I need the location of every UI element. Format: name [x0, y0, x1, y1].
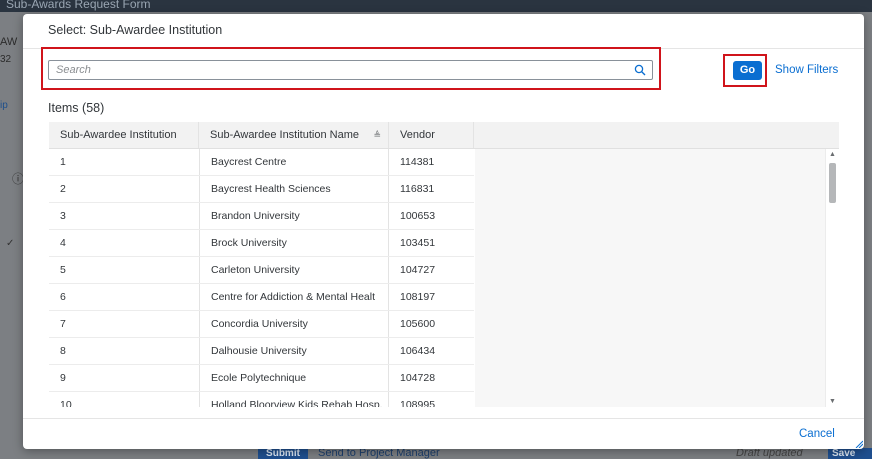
- cell-name: Brandon University: [199, 203, 389, 229]
- background-header: Sub-Awards Request Form: [0, 0, 872, 12]
- background-tab-fragment: ip: [0, 100, 8, 111]
- search-field[interactable]: [48, 60, 653, 80]
- go-button[interactable]: Go: [733, 61, 762, 80]
- cell-institution: 1: [60, 156, 66, 168]
- select-dialog: Select: Sub-Awardee Institution Go Show …: [23, 14, 864, 449]
- cell-name: Carleton University: [199, 257, 389, 283]
- cell-vendor: 100653: [400, 210, 436, 222]
- cell-vendor: 103451: [400, 237, 436, 249]
- background-label-num: 32: [0, 54, 12, 65]
- column-header-vendor[interactable]: Vendor: [389, 122, 474, 148]
- table-row[interactable]: 10 Holland Bloorview Kids Rehab Hosp. 10…: [49, 392, 474, 407]
- cell-vendor: 114381: [400, 156, 435, 168]
- submit-button[interactable]: Submit: [258, 448, 308, 459]
- column-header-label: Sub-Awardee Institution Name: [210, 129, 359, 141]
- table-scrollbar[interactable]: ▲ ▼: [825, 149, 839, 407]
- table-row[interactable]: 9 Ecole Polytechnique 104728: [49, 365, 474, 392]
- cell-name: Ecole Polytechnique: [199, 365, 389, 391]
- cell-vendor: 116831: [400, 183, 435, 195]
- cell-vendor: 108995: [400, 399, 436, 407]
- cell-name: Concordia University: [199, 311, 389, 337]
- cell-institution: 4: [60, 237, 66, 249]
- cell-vendor: 106434: [400, 345, 436, 357]
- scroll-down-arrow-icon[interactable]: ▼: [829, 398, 836, 405]
- cell-institution: 6: [60, 291, 66, 303]
- table-row[interactable]: 8 Dalhousie University 106434: [49, 338, 474, 365]
- dialog-title: Select: Sub-Awardee Institution: [48, 23, 223, 37]
- scroll-thumb[interactable]: [829, 163, 836, 203]
- table-row[interactable]: 2 Baycrest Health Sciences 116831: [49, 176, 474, 203]
- cell-institution: 2: [60, 183, 66, 195]
- items-count-title: Items (58): [48, 101, 105, 115]
- cell-vendor: 104728: [400, 372, 436, 384]
- cell-institution: 3: [60, 210, 66, 222]
- table-body: 1 Baycrest Centre 114381 2 Baycrest Heal…: [49, 149, 474, 407]
- cell-institution: 9: [60, 372, 66, 384]
- background-header-text: Sub-Awards Request Form: [6, 0, 151, 11]
- show-filters-link[interactable]: Show Filters: [775, 64, 838, 76]
- table-row[interactable]: 1 Baycrest Centre 114381: [49, 149, 474, 176]
- cell-vendor: 104727: [400, 264, 436, 276]
- cell-vendor: 108197: [400, 291, 436, 303]
- cell-name: Brock University: [199, 230, 389, 256]
- check-icon: ✓: [6, 238, 15, 249]
- cell-institution: 5: [60, 264, 66, 276]
- table-row[interactable]: 3 Brandon University 100653: [49, 203, 474, 230]
- cell-name: Baycrest Health Sciences: [199, 176, 389, 202]
- search-input[interactable]: [49, 61, 636, 79]
- background-label-w: AW: [0, 36, 18, 48]
- scroll-up-arrow-icon[interactable]: ▲: [829, 151, 836, 158]
- cell-name: Dalhousie University: [199, 338, 389, 364]
- cell-institution: 8: [60, 345, 66, 357]
- cell-name: Holland Bloorview Kids Rehab Hosp.: [199, 392, 389, 407]
- cell-institution: 10: [60, 399, 72, 407]
- items-table: Sub-Awardee Institution Sub-Awardee Inst…: [49, 122, 839, 407]
- sort-icon: ≜: [373, 130, 381, 140]
- cell-name: Centre for Addiction & Mental Healt: [199, 284, 389, 310]
- column-header-institution[interactable]: Sub-Awardee Institution: [49, 122, 199, 148]
- cell-vendor: 105600: [400, 318, 436, 330]
- column-header-institution-name[interactable]: Sub-Awardee Institution Name ≜: [199, 122, 389, 148]
- resize-handle-icon[interactable]: [855, 440, 863, 448]
- table-row[interactable]: 4 Brock University 103451: [49, 230, 474, 257]
- table-row[interactable]: 7 Concordia University 105600: [49, 311, 474, 338]
- footer-divider: [23, 418, 864, 419]
- search-icon[interactable]: [634, 64, 646, 76]
- table-empty-area: [475, 149, 825, 407]
- cancel-button[interactable]: Cancel: [799, 428, 835, 440]
- cell-name: Baycrest Centre: [199, 149, 389, 175]
- save-button[interactable]: Save: [828, 448, 872, 459]
- table-row[interactable]: 6 Centre for Addiction & Mental Healt 10…: [49, 284, 474, 311]
- table-header: Sub-Awardee Institution Sub-Awardee Inst…: [49, 122, 839, 149]
- cell-institution: 7: [60, 318, 66, 330]
- table-row[interactable]: 5 Carleton University 104727: [49, 257, 474, 284]
